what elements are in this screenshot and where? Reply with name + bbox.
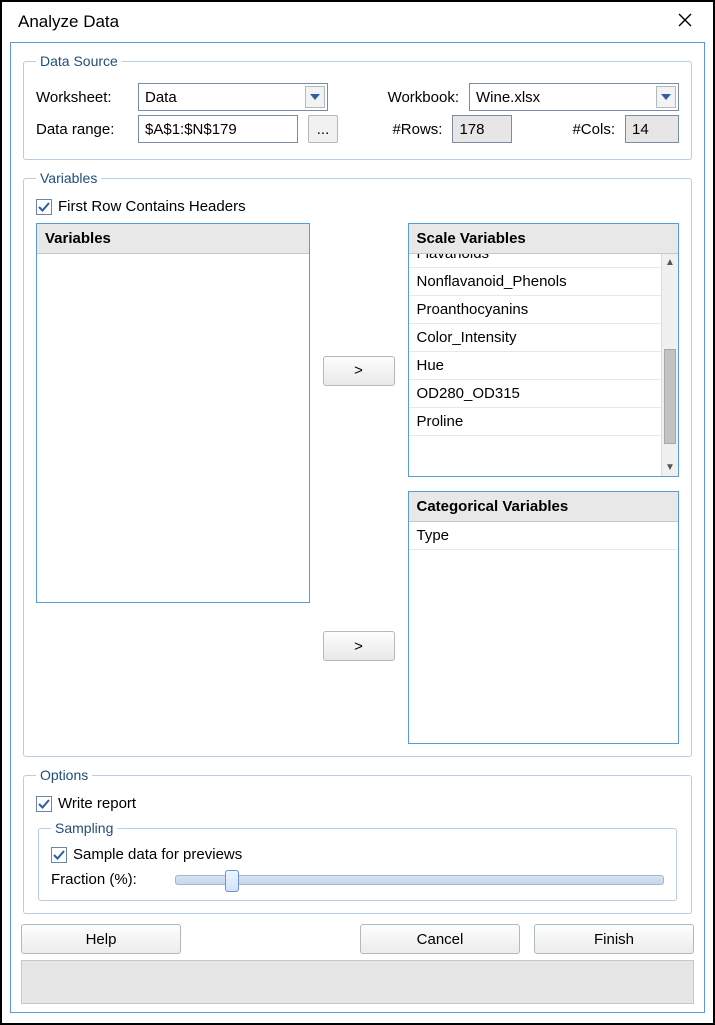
data-source-group: Data Source Worksheet: Data Workbook: Wi… <box>23 53 692 160</box>
scroll-thumb[interactable] <box>664 349 676 444</box>
workbook-value: Wine.xlsx <box>476 89 540 106</box>
scale-variables-panel: Scale Variables FlavanoidsNonflavanoid_P… <box>408 223 680 477</box>
dialog-title: Analyze Data <box>18 12 119 32</box>
fraction-row: Fraction (%): <box>51 871 664 888</box>
target-lists-column: Scale Variables FlavanoidsNonflavanoid_P… <box>408 223 680 744</box>
first-row-headers-checkbox[interactable] <box>36 199 52 215</box>
write-report-row[interactable]: Write report <box>36 795 679 812</box>
data-source-legend: Data Source <box>36 53 122 69</box>
source-variables-panel: Variables <box>36 223 310 603</box>
source-variables-header: Variables <box>37 224 309 254</box>
variables-legend: Variables <box>36 170 101 186</box>
options-legend: Options <box>36 767 92 783</box>
slider-thumb[interactable] <box>225 870 239 892</box>
analyze-data-dialog: Analyze Data Data Source Worksheet: Data… <box>0 0 715 1025</box>
cols-label: #Cols: <box>572 121 615 138</box>
move-to-categorical-button[interactable]: > <box>323 631 395 661</box>
source-variables-list[interactable] <box>37 254 309 602</box>
move-buttons-column: > > <box>320 223 398 744</box>
chevron-down-icon <box>656 86 676 108</box>
sample-data-row[interactable]: Sample data for previews <box>51 846 664 863</box>
categorical-variables-header: Categorical Variables <box>409 492 679 522</box>
titlebar: Analyze Data <box>10 8 705 42</box>
close-icon[interactable] <box>673 12 697 32</box>
cols-value <box>625 115 679 143</box>
chevron-down-icon <box>305 86 325 108</box>
worksheet-label: Worksheet: <box>36 89 128 106</box>
data-source-row-2: Data range: ... #Rows: #Cols: <box>36 115 679 143</box>
data-range-label: Data range: <box>36 121 128 138</box>
worksheet-combo[interactable]: Data <box>138 83 328 111</box>
cancel-button[interactable]: Cancel <box>360 924 520 954</box>
data-range-input[interactable] <box>138 115 298 143</box>
first-row-headers-row[interactable]: First Row Contains Headers <box>36 198 679 215</box>
sample-data-label: Sample data for previews <box>73 846 242 863</box>
list-item[interactable]: Nonflavanoid_Phenols <box>409 268 679 296</box>
status-bar <box>21 960 694 1004</box>
scale-variables-list[interactable]: FlavanoidsNonflavanoid_PhenolsProanthocy… <box>409 254 679 476</box>
finish-button[interactable]: Finish <box>534 924 694 954</box>
rows-value <box>452 115 512 143</box>
list-item[interactable]: Type <box>409 522 679 550</box>
workbook-label: Workbook: <box>369 89 459 106</box>
fraction-label: Fraction (%): <box>51 871 161 888</box>
sampling-legend: Sampling <box>51 820 117 836</box>
categorical-variables-list[interactable]: Type <box>409 522 679 744</box>
list-item[interactable]: Flavanoids <box>409 254 679 268</box>
list-item[interactable]: Proanthocyanins <box>409 296 679 324</box>
footer-buttons: Help Cancel Finish <box>21 924 694 954</box>
options-group: Options Write report Sampling Sample dat… <box>23 767 692 914</box>
help-button[interactable]: Help <box>21 924 181 954</box>
worksheet-value: Data <box>145 89 177 106</box>
fraction-slider[interactable] <box>175 875 664 885</box>
write-report-checkbox[interactable] <box>36 796 52 812</box>
scale-variables-header: Scale Variables <box>409 224 679 254</box>
variables-area: Variables > > Scale Variables Flavanoids… <box>36 223 679 744</box>
variables-group: Variables First Row Contains Headers Var… <box>23 170 692 757</box>
workbook-combo[interactable]: Wine.xlsx <box>469 83 679 111</box>
list-item[interactable]: Color_Intensity <box>409 324 679 352</box>
list-item[interactable]: OD280_OD315 <box>409 380 679 408</box>
move-to-scale-button[interactable]: > <box>323 356 395 386</box>
scroll-up-icon[interactable]: ▲ <box>662 254 678 271</box>
sample-data-checkbox[interactable] <box>51 847 67 863</box>
list-item[interactable]: Proline <box>409 408 679 436</box>
data-source-row-1: Worksheet: Data Workbook: Wine.xlsx <box>36 83 679 111</box>
dialog-content: Data Source Worksheet: Data Workbook: Wi… <box>10 42 705 1013</box>
data-range-browse-button[interactable]: ... <box>308 115 338 143</box>
scrollbar[interactable]: ▲ ▼ <box>661 254 678 476</box>
sampling-group: Sampling Sample data for previews Fracti… <box>38 820 677 901</box>
first-row-headers-label: First Row Contains Headers <box>58 198 246 215</box>
write-report-label: Write report <box>58 795 136 812</box>
categorical-variables-panel: Categorical Variables Type <box>408 491 680 745</box>
list-item[interactable]: Hue <box>409 352 679 380</box>
scroll-down-icon[interactable]: ▼ <box>662 459 678 476</box>
rows-label: #Rows: <box>392 121 442 138</box>
